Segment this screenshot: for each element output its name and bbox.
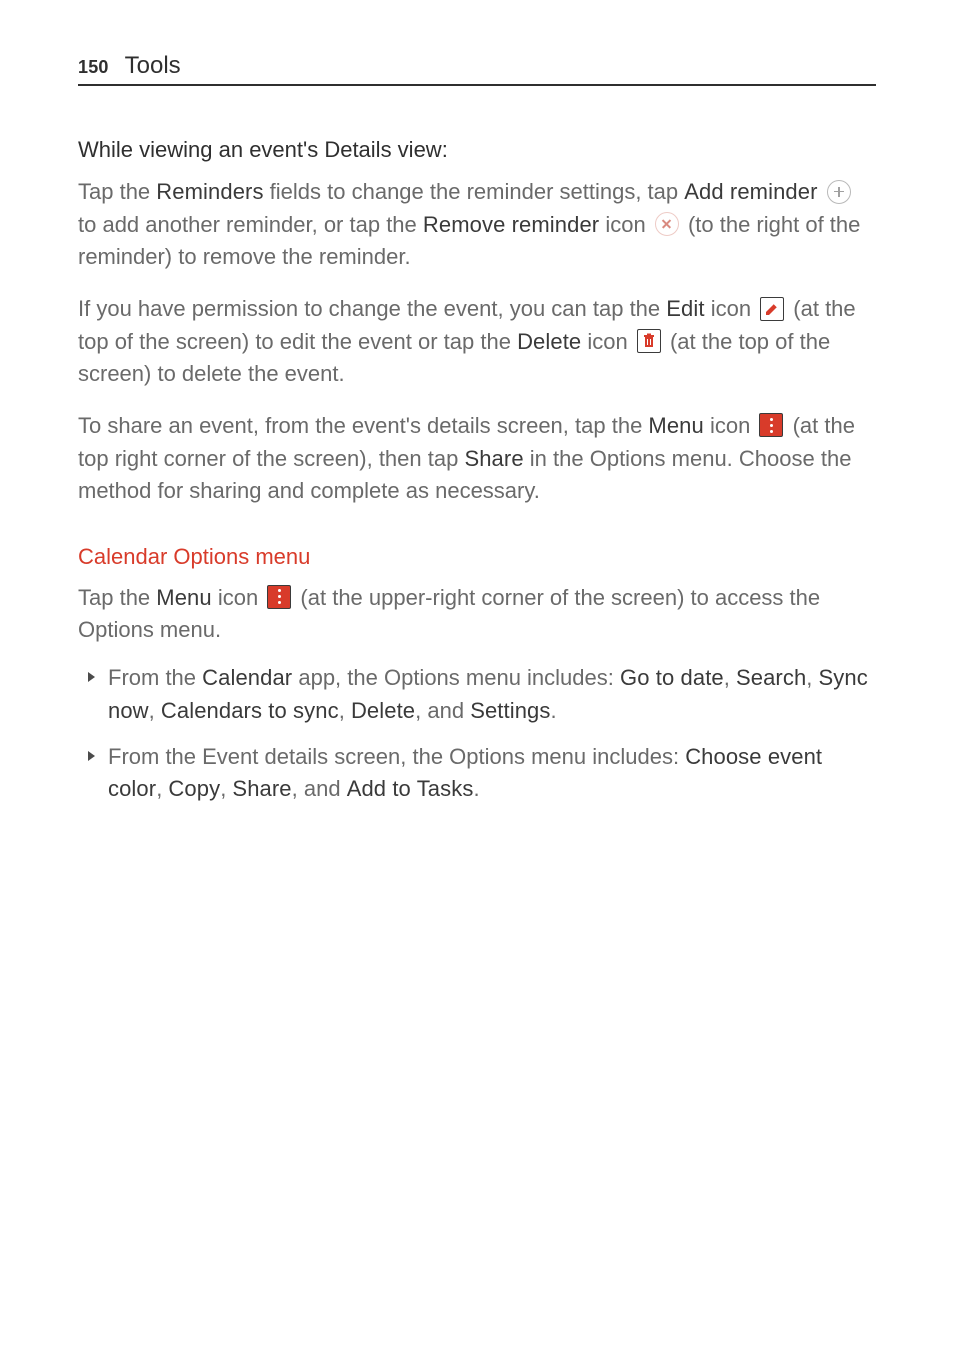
page-number: 150 [78, 57, 109, 78]
text: , [806, 665, 818, 690]
text: , [156, 776, 168, 801]
options-list: From the Calendar app, the Options menu … [78, 662, 876, 805]
plus-icon [827, 180, 851, 204]
text: , [220, 776, 232, 801]
remove-x-icon [655, 212, 679, 236]
header-title: Tools [125, 52, 181, 80]
subheading-details-view: While viewing an event's Details view: [78, 134, 876, 166]
term-calendars-to-sync: Calendars to sync [161, 698, 339, 723]
term-calendar: Calendar [202, 665, 292, 690]
text: icon [705, 296, 758, 321]
text: , [724, 665, 736, 690]
menu-dots-icon-2 [267, 585, 291, 609]
term-share-opt: Share [232, 776, 291, 801]
text: icon [581, 329, 634, 354]
text: icon [212, 585, 265, 610]
term-menu: Menu [648, 413, 703, 438]
text: icon [704, 413, 757, 438]
term-go-to-date: Go to date [620, 665, 724, 690]
paragraph-options-intro: Tap the Menu icon (at the upper-right co… [78, 582, 876, 647]
term-menu-2: Menu [156, 585, 211, 610]
term-edit: Edit [666, 296, 704, 321]
text: fields to change the reminder settings, … [264, 179, 685, 204]
menu-dots-icon [759, 413, 783, 437]
paragraph-reminders: Tap the Reminders fields to change the r… [78, 176, 876, 273]
term-share: Share [464, 446, 523, 471]
text: Tap the [78, 585, 156, 610]
text: icon [599, 212, 652, 237]
page-content: While viewing an event's Details view: T… [78, 134, 876, 806]
text: , and [415, 698, 470, 723]
term-add-reminder: Add reminder [684, 179, 817, 204]
text: From the Event details screen, the Optio… [108, 744, 685, 769]
edit-pencil-icon [760, 297, 784, 321]
term-settings: Settings [470, 698, 550, 723]
subheading-calendar-options: Calendar Options menu [78, 541, 876, 573]
text: app, the Options menu includes: [292, 665, 620, 690]
text: From the [108, 665, 202, 690]
term-reminders: Reminders [156, 179, 263, 204]
paragraph-edit-delete: If you have permission to change the eve… [78, 293, 876, 390]
text: , [339, 698, 351, 723]
text: . [550, 698, 556, 723]
term-copy: Copy [168, 776, 220, 801]
page-header: 150 Tools [78, 52, 876, 86]
term-add-to-tasks: Add to Tasks [347, 776, 474, 801]
text: , [149, 698, 161, 723]
term-search: Search [736, 665, 806, 690]
text: . [473, 776, 479, 801]
list-item: From the Event details screen, the Optio… [78, 741, 876, 806]
list-item: From the Calendar app, the Options menu … [78, 662, 876, 727]
trash-icon [637, 329, 661, 353]
paragraph-share: To share an event, from the event's deta… [78, 410, 876, 507]
term-delete-opt: Delete [351, 698, 415, 723]
term-delete: Delete [517, 329, 581, 354]
term-remove-reminder: Remove reminder [423, 212, 599, 237]
text: to add another reminder, or tap the [78, 212, 423, 237]
page: 150 Tools While viewing an event's Detai… [0, 0, 954, 1372]
text: If you have permission to change the eve… [78, 296, 666, 321]
text: To share an event, from the event's deta… [78, 413, 648, 438]
text: , and [292, 776, 347, 801]
text: Tap the [78, 179, 156, 204]
